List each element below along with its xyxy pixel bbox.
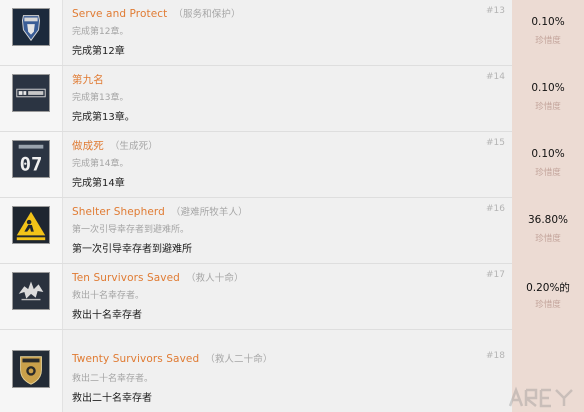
- achievement-title: Twenty Survivors Saved: [72, 353, 200, 365]
- dragon-crest-icon: [12, 272, 50, 310]
- achievement-row[interactable]: Serve and Protect （服务和保护） #13 完成第12章。 完成第…: [0, 0, 584, 66]
- achievement-description-original: 完成第14章。: [72, 159, 129, 169]
- achievement-description: 完成第14章: [72, 178, 125, 189]
- achievement-title: 做成死: [72, 140, 104, 152]
- rarity-value: 0.10%: [531, 148, 565, 160]
- achievement-row[interactable]: Twenty Survivors Saved （救人二十命） #18 救出二十名幸…: [0, 330, 584, 412]
- achievement-title: Shelter Shepherd: [72, 206, 165, 218]
- achievement-description: 救出十名幸存者: [72, 310, 142, 321]
- rarity-cell: 0.20%的 珍惜度: [512, 264, 584, 330]
- rarity-label: 珍惜度: [535, 234, 561, 244]
- rarity-value: 36.80%: [527, 214, 569, 226]
- achievement-description: 完成第13章。: [72, 112, 135, 123]
- achievement-rank: #18: [486, 351, 505, 361]
- achievement-description: 第一次引导幸存者到避难所: [72, 244, 192, 255]
- achievement-description: 完成第12章: [72, 46, 125, 57]
- achievement-rank: #17: [486, 270, 505, 280]
- achievement-description-original: 救出二十名幸存者。: [72, 374, 154, 384]
- achievement-body: 做成死 （生成死） #15 完成第14章。 完成第14章: [62, 132, 513, 198]
- rarity-value: 0.20%的: [526, 282, 570, 294]
- svg-text:07: 07: [20, 153, 43, 175]
- achievement-rank: #15: [486, 138, 505, 148]
- achievement-description-original: 完成第13章。: [72, 93, 129, 103]
- survivor-shield-badge-icon: [12, 350, 50, 388]
- achievement-rank: #14: [486, 72, 505, 82]
- rarity-label: 珍惜度: [535, 102, 561, 112]
- achievement-subtitle: （救人二十命）: [205, 354, 273, 365]
- achievement-title: Serve and Protect: [72, 8, 168, 20]
- achievement-rank: #16: [486, 204, 505, 214]
- rarity-cell: 0.10% 珍惜度: [512, 66, 584, 132]
- achievement-description-original: 救出十名幸存者。: [72, 291, 145, 301]
- police-badge-icon: [12, 8, 50, 46]
- achievement-subtitle: （生成死）: [109, 141, 158, 152]
- achievement-row[interactable]: 第九名 #14 完成第13章。 完成第13章。 0.10% 珍惜度: [0, 66, 584, 132]
- achievement-description-original: 完成第12章。: [72, 27, 129, 37]
- achievement-subtitle: （服务和保护）: [173, 9, 241, 20]
- achievement-row[interactable]: Ten Survivors Saved （救人十命） #17 救出十名幸存者。 救…: [0, 264, 584, 330]
- achievement-body: Ten Survivors Saved （救人十命） #17 救出十名幸存者。 救…: [62, 264, 513, 330]
- achievement-subtitle: （救人十命）: [185, 273, 244, 284]
- achievement-body: Serve and Protect （服务和保护） #13 完成第12章。 完成第…: [62, 0, 513, 66]
- rarity-label: 珍惜度: [535, 300, 561, 310]
- rarity-cell: 36.80% 珍惜度: [512, 198, 584, 264]
- achievement-description-original: 第一次引导幸存者到避难所。: [72, 225, 190, 235]
- achievement-row[interactable]: 07 做成死 （生成死） #15 完成第14章。 完成第14章 0.10% 珍惜度: [0, 132, 584, 198]
- achievement-row[interactable]: Shelter Shepherd （避难所牧羊人） #16 第一次引导幸存者到避难…: [0, 198, 584, 264]
- rarity-cell: 0.10% 珍惜度: [512, 132, 584, 198]
- achievement-title: 第九名: [72, 74, 104, 86]
- achievement-body: Twenty Survivors Saved （救人二十命） #18 救出二十名幸…: [62, 330, 513, 412]
- shelter-warning-sign-icon: [12, 206, 50, 244]
- rarity-label: 珍惜度: [535, 36, 561, 46]
- rarity-label: 珍惜度: [535, 168, 561, 178]
- achievement-title: Ten Survivors Saved: [72, 272, 180, 284]
- achievement-description: 救出二十名幸存者: [72, 393, 152, 404]
- number-07-sign-icon: 07: [12, 140, 50, 178]
- rarity-value: 0.10%: [531, 16, 565, 28]
- site-watermark-logo-icon: [508, 386, 573, 408]
- achievement-subtitle: （避难所牧羊人）: [170, 207, 248, 218]
- achievement-rank: #13: [486, 6, 505, 16]
- achievement-body: Shelter Shepherd （避难所牧羊人） #16 第一次引导幸存者到避难…: [62, 198, 513, 264]
- rarity-cell: 0.10% 珍惜度: [512, 0, 584, 66]
- rarity-value: 0.10%: [531, 82, 565, 94]
- ninth-place-logo-icon: [12, 74, 50, 112]
- achievement-body: 第九名 #14 完成第13章。 完成第13章。: [62, 66, 513, 132]
